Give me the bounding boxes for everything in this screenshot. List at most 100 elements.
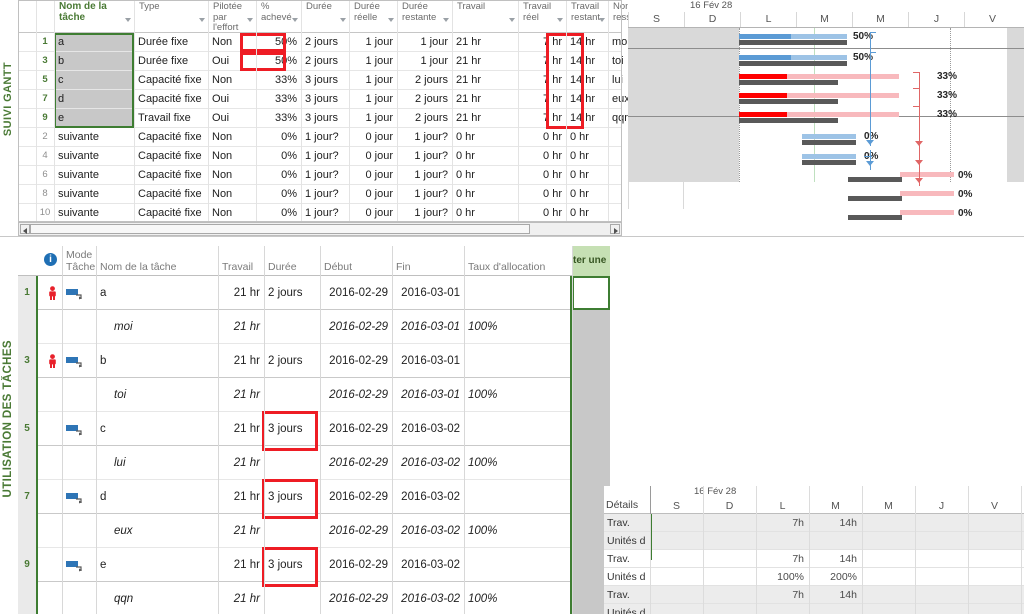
usage-grid-cell[interactable]: 7h [756, 550, 809, 567]
row-number[interactable] [18, 310, 36, 344]
add-column-cell[interactable] [572, 446, 610, 480]
usage-grid-cell[interactable]: 14h [809, 586, 862, 603]
gantt-cell-trestant[interactable]: 14 hr [566, 71, 608, 89]
usage-grid-cell[interactable] [703, 586, 756, 603]
gantt-cell-type[interactable]: Capacité fixe [134, 128, 208, 146]
usage-grid-cell[interactable] [968, 604, 1021, 614]
filter-chevron-down-icon[interactable] [292, 18, 298, 22]
row-number[interactable]: 9 [36, 109, 54, 127]
row-number[interactable]: 1 [18, 276, 36, 310]
usage-cell-taux[interactable] [464, 344, 572, 377]
usage-cell-name[interactable]: toi [96, 378, 218, 411]
usage-grid-row[interactable]: Unités d [604, 532, 1024, 550]
gantt-cell-trestant[interactable]: 0 hr [566, 147, 608, 165]
gantt-bar-progress[interactable] [739, 74, 787, 79]
usage-cell-debut[interactable]: 2016-02-29 [320, 446, 392, 479]
usage-grid-cell[interactable] [703, 532, 756, 549]
usage-table-row[interactable]: 3b21 hr2 jours2016-02-292016-03-01 [18, 344, 610, 378]
gantt-cell-effort[interactable]: Oui [208, 90, 256, 108]
usage-cell-duree[interactable]: 2 jours [264, 276, 320, 309]
usage-cell-name[interactable]: c [96, 412, 218, 445]
usage-grid-cell[interactable] [756, 532, 809, 549]
filter-chevron-down-icon[interactable] [388, 18, 394, 22]
usage-col-header-trav[interactable]: Travail [218, 249, 264, 275]
gantt-cell-treel[interactable]: 7 hr [518, 52, 566, 70]
gantt-col-header-pct[interactable]: %achevé [256, 0, 301, 33]
filter-chevron-down-icon[interactable] [199, 18, 205, 22]
usage-cell-taux[interactable]: 100% [464, 514, 572, 547]
usage-grid-cell[interactable]: 100% [756, 568, 809, 585]
usage-table-row[interactable]: 7d21 hr3 jours2016-02-292016-03-02 [18, 480, 610, 514]
gantt-cell-duree[interactable]: 1 jour? [301, 204, 349, 222]
row-number[interactable]: 3 [18, 344, 36, 378]
usage-cell-debut[interactable]: 2016-02-29 [320, 276, 392, 309]
add-column-cell[interactable] [572, 378, 610, 412]
gantt-cell-trestant[interactable]: 0 hr [566, 166, 608, 184]
gantt-col-header-effort[interactable]: Pilotéeparl'effort [208, 0, 256, 33]
gantt-bar-remaining[interactable] [787, 112, 899, 117]
usage-grid-cell[interactable] [650, 532, 703, 549]
gantt-cell-type[interactable]: Capacité fixe [134, 204, 208, 222]
timephased-usage-grid[interactable]: Détails 16 Fév 28 SDLMMJV Trav.7h14hUnit… [604, 486, 1024, 614]
gantt-cell-drestante[interactable]: 1 jour [397, 33, 452, 51]
scroll-right-arrow[interactable] [610, 224, 620, 234]
gantt-bar-baseline[interactable] [848, 215, 902, 220]
gantt-plot-area[interactable]: 50%50%33%33%33%0%0%0%0%0% [628, 27, 1024, 209]
gantt-cell-name[interactable]: suivante [54, 185, 134, 203]
gantt-cell-drestante[interactable]: 1 jour? [397, 166, 452, 184]
gantt-cell-effort[interactable]: Oui [208, 109, 256, 127]
usage-cell-trav[interactable]: 21 hr [218, 548, 264, 581]
usage-col-header-taux[interactable]: Taux d'allocation [464, 249, 572, 275]
usage-cell-name[interactable]: a [96, 276, 218, 309]
gantt-cell-treel[interactable]: 7 hr [518, 33, 566, 51]
gantt-cell-treel[interactable]: 0 hr [518, 128, 566, 146]
row-number[interactable]: 6 [36, 166, 54, 184]
gantt-col-header-treel[interactable]: Travailréel [518, 0, 566, 33]
gantt-cell-dreelle[interactable]: 1 jour [349, 90, 397, 108]
usage-cell-debut[interactable]: 2016-02-29 [320, 480, 392, 513]
usage-cell-taux[interactable]: 100% [464, 582, 572, 614]
usage-grid-cell[interactable] [650, 604, 703, 614]
row-number[interactable] [18, 582, 36, 614]
gantt-cell-dreelle[interactable]: 1 jour [349, 52, 397, 70]
usage-grid-cell[interactable] [968, 514, 1021, 531]
usage-cell-duree[interactable] [264, 582, 320, 614]
usage-cell-trav[interactable]: 21 hr [218, 582, 264, 614]
gantt-cell-dreelle[interactable]: 1 jour [349, 71, 397, 89]
filter-chevron-down-icon[interactable] [509, 18, 515, 22]
usage-grid-row[interactable]: Unités d [604, 604, 1024, 614]
gantt-cell-name[interactable]: suivante [54, 166, 134, 184]
gantt-cell-type[interactable]: Capacité fixe [134, 185, 208, 203]
gantt-cell-pct[interactable]: 0% [256, 185, 301, 203]
gantt-cell-travail[interactable]: 0 hr [452, 147, 518, 165]
add-column-header[interactable]: ter une [572, 246, 610, 276]
usage-cell-duree[interactable]: 3 jours [264, 548, 320, 581]
gantt-table-row[interactable]: 7dCapacité fixeOui33%3 jours1 jour2 jour… [18, 90, 622, 109]
gantt-col-header-dreelle[interactable]: Duréeréelle [349, 0, 397, 33]
gantt-table-row[interactable]: 10suivanteCapacité fixeNon0%1 jour?0 jou… [18, 204, 622, 223]
usage-cell-name[interactable]: e [96, 548, 218, 581]
row-number[interactable]: 3 [36, 52, 54, 70]
usage-grid-cell[interactable] [862, 550, 915, 567]
usage-cell-fin[interactable]: 2016-03-02 [392, 412, 464, 445]
usage-col-header-name[interactable]: Nom de la tâche [96, 249, 218, 275]
gantt-cell-duree[interactable]: 3 jours [301, 71, 349, 89]
usage-grid-cell[interactable] [809, 532, 862, 549]
gantt-cell-pct[interactable]: 50% [256, 33, 301, 51]
usage-grid-cell[interactable] [703, 550, 756, 567]
gantt-cell-pct[interactable]: 33% [256, 90, 301, 108]
gantt-cell-type[interactable]: Capacité fixe [134, 90, 208, 108]
usage-cell-trav[interactable]: 21 hr [218, 514, 264, 547]
usage-grid-cell[interactable] [915, 514, 968, 531]
task-mode-icon[interactable] [66, 424, 84, 439]
pane-divider[interactable] [0, 236, 1024, 237]
gantt-cell-name[interactable]: c [54, 71, 134, 89]
gantt-cell-travail[interactable]: 21 hr [452, 71, 518, 89]
gantt-bar-remaining[interactable] [787, 93, 899, 98]
gantt-cell-duree[interactable]: 3 jours [301, 109, 349, 127]
gantt-cell-drestante[interactable]: 1 jour? [397, 128, 452, 146]
gantt-cell-drestante[interactable]: 1 jour? [397, 147, 452, 165]
usage-cell-duree[interactable] [264, 514, 320, 547]
gantt-cell-trestant[interactable]: 0 hr [566, 128, 608, 146]
gantt-cell-trestant[interactable]: 14 hr [566, 90, 608, 108]
